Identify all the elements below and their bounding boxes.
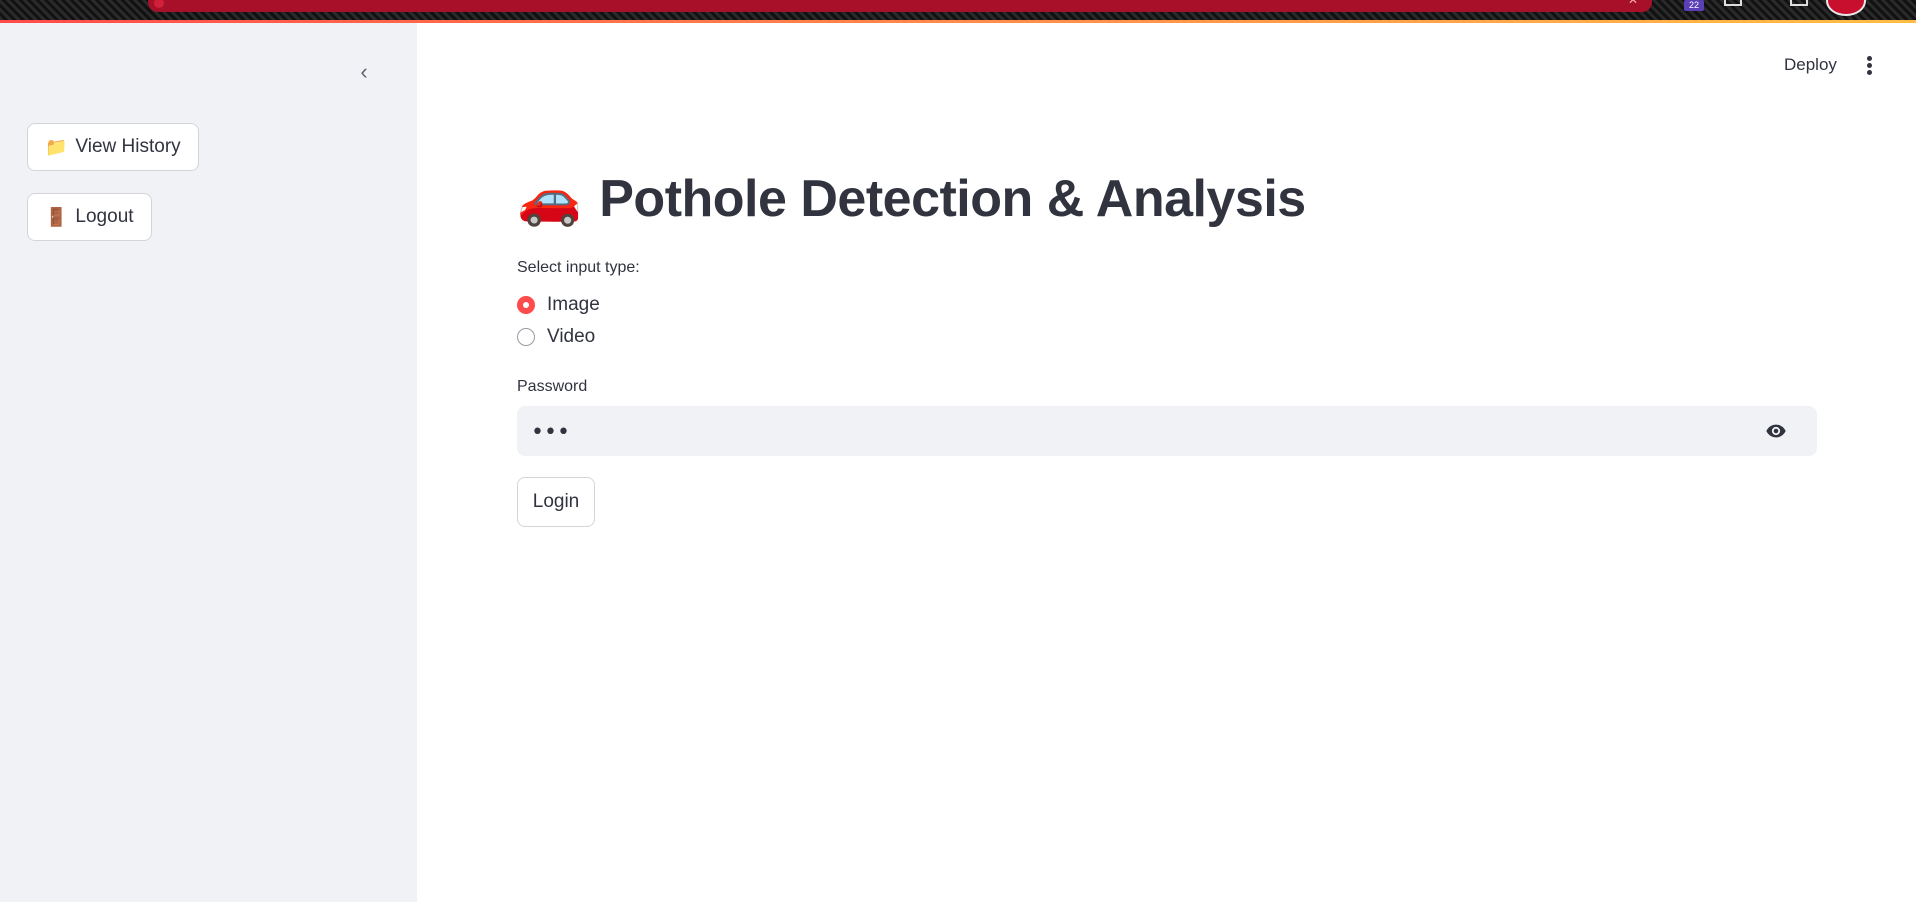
toolbar-icon[interactable] [1724, 0, 1742, 6]
radio-selected-indicator[interactable] [517, 296, 535, 314]
address-bar[interactable]: ✕ [148, 0, 1652, 12]
eye-icon[interactable] [1763, 420, 1789, 442]
password-label: Password [517, 378, 588, 395]
chevron-left-icon[interactable]: ‹ [352, 61, 376, 85]
radio-indicator[interactable] [517, 328, 535, 346]
password-field[interactable] [517, 406, 1817, 458]
close-icon[interactable]: ✕ [1628, 0, 1638, 7]
site-icon [154, 0, 164, 8]
deploy-button[interactable]: Deploy [1784, 55, 1837, 75]
input-type-label: Select input type: [517, 259, 640, 276]
password-input[interactable] [529, 406, 1753, 458]
folder-icon: 📁 [45, 136, 68, 157]
browser-toolbar: ✕ 22 [0, 0, 1916, 20]
radio-image[interactable]: Image [517, 294, 600, 316]
extension-badge[interactable]: 22 [1684, 0, 1704, 11]
logout-button[interactable]: 🚪 Logout [27, 193, 152, 241]
logout-label: Logout [75, 206, 134, 227]
page-title-text: Pothole Detection & Analysis [599, 170, 1306, 228]
page-title: 🚗 Pothole Detection & Analysis [517, 168, 1306, 229]
view-history-label: View History [75, 136, 181, 157]
sidebar: ‹ 📁 View History 🚪 Logout [0, 23, 417, 902]
toolbar-icon[interactable] [1790, 0, 1808, 6]
login-button[interactable]: Login [517, 477, 595, 527]
car-icon: 🚗 [517, 170, 582, 228]
radio-image-label: Image [547, 294, 600, 315]
profile-avatar[interactable] [1826, 0, 1866, 16]
radio-video-label: Video [547, 326, 596, 347]
radio-video[interactable]: Video [517, 326, 595, 348]
door-icon: 🚪 [45, 206, 68, 227]
view-history-button[interactable]: 📁 View History [27, 123, 199, 171]
kebab-menu-icon[interactable] [1860, 54, 1878, 78]
